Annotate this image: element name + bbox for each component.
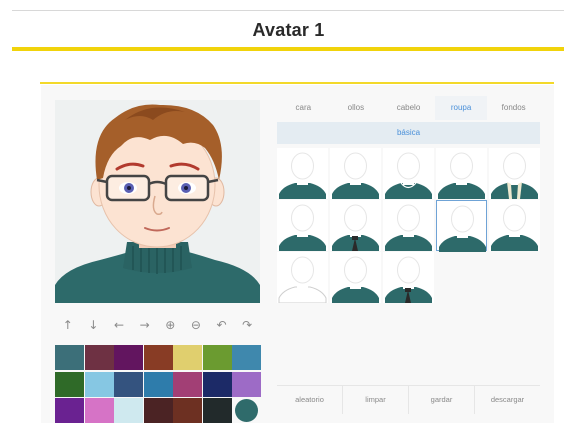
clothing-option[interactable] [277,148,328,199]
move-up-button[interactable]: ↑ [57,314,79,336]
color-swatch[interactable] [202,371,232,397]
avatar-preview [55,100,260,303]
arrow-down-icon: ↓ [88,318,99,332]
page-title: Avatar 1 [252,20,325,40]
move-down-button[interactable]: ↓ [82,314,104,336]
tab-cara[interactable]: cara [277,96,330,120]
widget-top-border [40,82,554,84]
zoom-out-icon: ⊖ [190,318,201,332]
redo-button[interactable]: ↷ [236,314,258,336]
color-swatch[interactable] [173,371,202,397]
gardar-button[interactable]: gardar [409,386,475,414]
clothing-option[interactable] [330,200,381,251]
arrow-right-icon: → [139,318,150,332]
tab-fondos[interactable]: fondos [487,96,540,120]
clothing-option[interactable] [277,252,328,304]
color-palette [55,345,261,423]
color-swatch[interactable] [235,399,258,422]
category-tabs: cara ollos cabelo roupa fondos [277,96,540,120]
undo-icon: ↶ [216,318,227,332]
subtab-basica[interactable]: básica [277,122,540,144]
clothing-option[interactable] [436,200,487,252]
clothing-option[interactable] [330,252,381,303]
color-swatch[interactable] [114,398,143,423]
color-swatch[interactable] [143,371,173,397]
tab-cabelo[interactable]: cabelo [382,96,435,120]
tab-ollos[interactable]: ollos [330,96,383,120]
limpar-button[interactable]: limpar [343,386,409,414]
tab-roupa[interactable]: roupa [434,96,488,120]
color-swatch[interactable] [232,371,261,397]
move-right-button[interactable]: → [134,314,156,336]
clothing-option[interactable] [383,200,434,251]
clothing-option[interactable] [383,148,434,199]
color-swatch[interactable] [84,345,114,370]
clothing-option[interactable] [489,148,540,199]
color-swatch[interactable] [55,371,84,397]
color-swatch[interactable] [202,398,232,423]
arrow-up-icon: ↑ [62,318,73,332]
avatar-illustration [55,104,260,303]
zoom-in-button[interactable]: ⊕ [159,314,181,336]
color-swatch[interactable] [55,345,84,370]
color-swatch[interactable] [143,398,173,423]
color-swatch[interactable] [84,398,114,423]
color-swatch[interactable] [202,345,232,370]
color-swatch[interactable] [55,398,84,423]
color-swatch[interactable] [173,345,202,370]
clothing-option[interactable] [383,252,434,303]
color-swatch[interactable] [114,371,143,397]
zoom-out-button[interactable]: ⊖ [185,314,207,336]
color-swatch[interactable] [84,371,114,397]
clothing-option[interactable] [489,200,540,251]
color-swatch[interactable] [232,345,261,370]
transform-controls: ↑ ↓ ← → ⊕ ⊖ ↶ ↷ [55,310,260,340]
color-swatch[interactable] [173,398,202,423]
clothing-option[interactable] [277,200,328,251]
clothing-options-grid [277,148,540,304]
aleatorio-button[interactable]: aleatorio [277,386,343,414]
descargar-button[interactable]: descargar [475,386,540,414]
clothing-option[interactable] [436,148,487,199]
top-divider [12,10,564,11]
color-swatch[interactable] [114,345,143,370]
undo-button[interactable]: ↶ [211,314,233,336]
arrow-left-icon: ← [114,318,125,332]
title-underline [12,47,564,51]
color-swatch[interactable] [143,345,173,370]
redo-icon: ↷ [242,318,253,332]
move-left-button[interactable]: ← [108,314,130,336]
zoom-in-icon: ⊕ [165,318,176,332]
action-bar: aleatorio limpar gardar descargar [277,385,540,414]
clothing-option[interactable] [330,148,381,199]
